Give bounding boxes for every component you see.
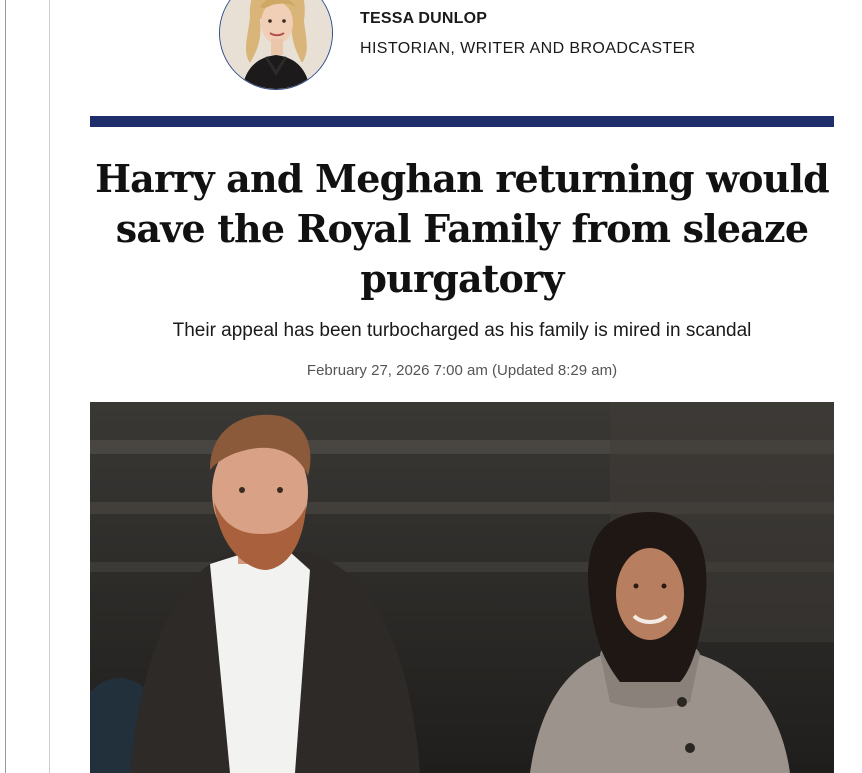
section-accent-bar xyxy=(90,116,834,127)
article-dateline: February 27, 2026 7:00 am (Updated 8:29 … xyxy=(306,362,618,379)
article-standfirst: Their appeal has been turbocharged as hi… xyxy=(172,320,752,341)
left-border-line xyxy=(5,0,6,773)
author-portrait-image xyxy=(220,0,332,89)
author-role: HISTORIAN, WRITER AND BROADCASTER xyxy=(360,40,696,57)
author-name[interactable]: TESSA DUNLOP xyxy=(360,10,487,28)
article-page: TESSA DUNLOP HISTORIAN, WRITER AND BROAD… xyxy=(0,0,862,773)
hero-photo xyxy=(90,402,834,773)
author-avatar[interactable] xyxy=(219,0,333,90)
left-gutter-line xyxy=(49,0,50,773)
hero-image[interactable] xyxy=(90,402,834,773)
article-headline: Harry and Meghan returning would save th… xyxy=(95,156,830,301)
